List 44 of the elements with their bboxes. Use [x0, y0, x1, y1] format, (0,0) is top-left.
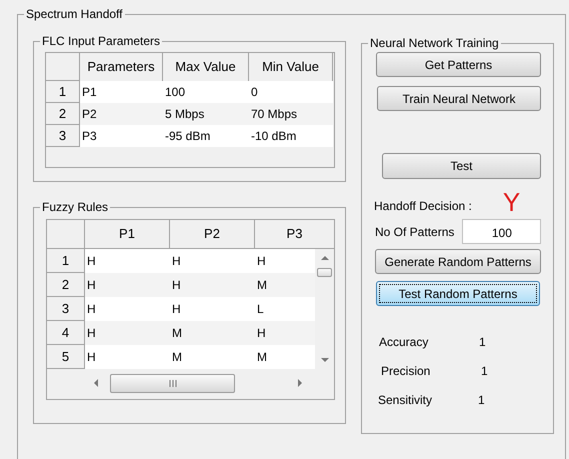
field-label: No Of Patterns	[375, 224, 454, 240]
column-header: P3	[286, 225, 304, 244]
table-cell: H	[85, 249, 170, 273]
button[interactable]: Test Random Patterns	[376, 281, 540, 306]
table-cell: H	[85, 345, 170, 369]
up-arrow-icon[interactable]	[320, 255, 328, 260]
button[interactable]: Get Patterns	[376, 52, 541, 77]
button[interactable]: Generate Random Patterns	[375, 249, 541, 274]
column-header: P2	[170, 220, 255, 248]
scrollbar-thumb[interactable]	[110, 374, 235, 392]
table-cell: H	[85, 297, 170, 321]
down-arrow-icon[interactable]	[320, 358, 328, 363]
table-cell: H	[255, 249, 315, 273]
metric-label: Precision	[381, 362, 432, 380]
decision-value: Y	[502, 189, 520, 215]
field-label: Handoff Decision :	[374, 199, 472, 213]
input-field[interactable]: 100	[462, 219, 542, 244]
table-cell: 0	[249, 81, 333, 103]
group-title: Spectrum Handoff	[25, 7, 124, 21]
button[interactable]: Test	[382, 153, 541, 179]
metric-value: 1	[478, 392, 485, 408]
table-cell: -95 dBm	[163, 125, 249, 147]
group-title: Neural Network Training	[369, 36, 500, 50]
table-cell: -10 dBm	[249, 125, 333, 147]
table-cell: L	[255, 297, 315, 321]
table-cell: 100	[163, 81, 249, 103]
grip-icon	[168, 380, 176, 386]
group-title: FLC Input Parameters	[41, 34, 162, 48]
group-title: Fuzzy Rules	[41, 200, 110, 214]
table-cell: H	[170, 249, 255, 273]
metric-value: 1	[481, 362, 488, 380]
metric-label: Sensitivity	[378, 392, 434, 408]
scrollbar-thumb[interactable]	[317, 268, 332, 277]
button[interactable]: Train Neural Network	[377, 86, 541, 111]
metric-label: Accuracy	[379, 334, 430, 350]
table-cell: M	[255, 345, 315, 369]
table-cell: P3	[80, 125, 163, 147]
metric-value: 1	[479, 334, 486, 350]
left-arrow-icon[interactable]	[93, 379, 98, 387]
table-cell: M	[170, 345, 255, 369]
table-cell: H	[170, 297, 255, 321]
table-cell: P1	[80, 81, 163, 103]
right-arrow-icon[interactable]	[298, 379, 303, 387]
column-header: P1	[85, 220, 170, 248]
